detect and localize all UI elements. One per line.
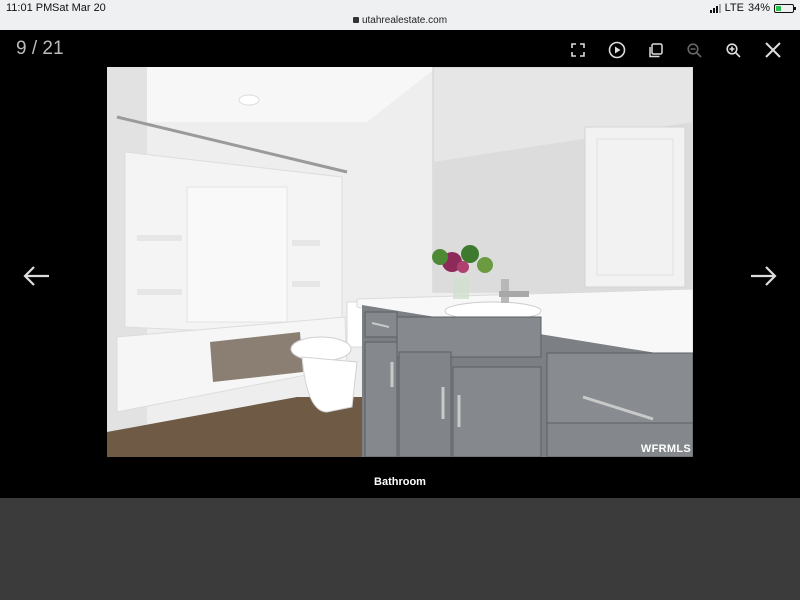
arrow-left-icon[interactable] <box>22 263 52 289</box>
page-background <box>0 498 800 600</box>
arrow-right-icon[interactable] <box>748 263 778 289</box>
status-time: 11:01 PM <box>6 2 53 14</box>
address-bar[interactable]: utahrealestate.com <box>0 15 800 26</box>
status-bar: 11:01 PM Sat Mar 20 utahrealestate.com L… <box>0 0 800 30</box>
url-text: utahrealestate.com <box>361 15 448 26</box>
fullscreen-icon[interactable] <box>558 39 597 61</box>
close-icon[interactable] <box>753 39 792 61</box>
listing-photo: WFRMLS <box>107 67 693 457</box>
zoom-in-icon[interactable] <box>714 39 753 61</box>
status-date: Sat Mar 20 <box>52 2 106 14</box>
photo-viewer: 9 / 21 WFRMLS Bathroom <box>0 30 800 498</box>
viewer-toolbar <box>558 39 792 61</box>
image-counter: 9 / 21 <box>16 38 64 59</box>
battery-percent: 34% <box>747 2 770 14</box>
copy-icon[interactable] <box>636 39 675 61</box>
status-indicators: LTE 34% <box>709 2 796 14</box>
signal-icon <box>709 3 721 13</box>
network-label: LTE <box>724 2 744 14</box>
bathroom-photo-illustration <box>107 67 693 457</box>
photo-caption: Bathroom <box>374 476 426 488</box>
play-icon[interactable] <box>597 39 636 61</box>
zoom-out-icon[interactable] <box>675 39 714 61</box>
battery-icon <box>774 3 796 13</box>
mls-watermark: WFRMLS <box>640 443 691 455</box>
lock-icon <box>352 17 359 23</box>
